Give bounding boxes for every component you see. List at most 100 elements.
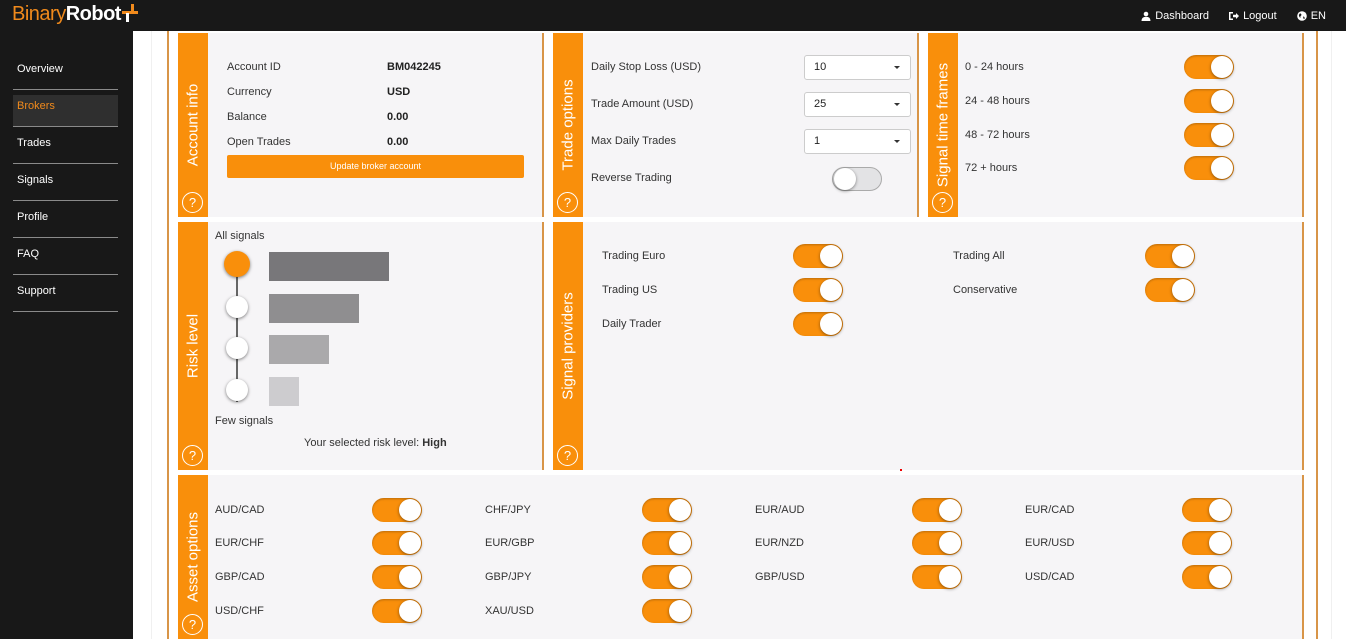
max-daily-trades-select[interactable]: 1 (804, 129, 911, 154)
cursor-marker (900, 469, 902, 471)
trade-amount-label: Trade Amount (USD) (591, 98, 694, 110)
caret-down-icon (894, 140, 900, 143)
timeframe-72-plus-toggle[interactable] (1184, 156, 1234, 180)
toggle-knob (1211, 124, 1233, 146)
help-icon[interactable]: ? (932, 192, 953, 213)
balance-value: 0.00 (387, 111, 409, 123)
sidebar-item-overview[interactable]: Overview (13, 58, 118, 90)
globe-icon (1296, 10, 1307, 21)
risk-level-option-2[interactable] (226, 296, 248, 318)
risk-level-option-1[interactable] (224, 251, 250, 277)
brand-mark-icon (121, 4, 138, 22)
trade-amount-select[interactable]: 25 (804, 92, 911, 117)
nav-logout-link[interactable]: Logout (1229, 10, 1277, 22)
provider-trading-all-toggle[interactable] (1145, 244, 1195, 268)
account-info-title: Account info (184, 83, 202, 167)
asset-options-tab: Asset options ? (178, 475, 208, 639)
update-broker-account-button[interactable]: Update broker account (227, 155, 524, 178)
risk-level-option-3[interactable] (226, 337, 248, 359)
asset-label: GBP/CAD (215, 571, 265, 583)
timeframe-24-48-toggle[interactable] (1184, 89, 1234, 113)
signal-time-frames-title: Signal time frames (934, 62, 952, 188)
toggle-knob (1172, 279, 1194, 301)
panel-border (542, 222, 544, 470)
brand-logo[interactable]: BinaryRobot (12, 2, 138, 26)
provider-conservative-toggle[interactable] (1145, 278, 1195, 302)
risk-bar-high (269, 252, 389, 281)
asset-toggle[interactable] (642, 565, 692, 589)
daily-stop-loss-select[interactable]: 10 (804, 55, 911, 80)
asset-toggle[interactable] (642, 599, 692, 623)
sidebar-item-brokers[interactable]: Brokers (13, 95, 118, 127)
asset-toggle[interactable] (372, 565, 422, 589)
reverse-trading-toggle[interactable] (832, 167, 882, 191)
asset-toggle[interactable] (372, 599, 422, 623)
panel-border (1302, 222, 1304, 470)
asset-label: GBP/JPY (485, 571, 532, 583)
brand-name-part1: Binary (12, 3, 66, 25)
main-content: Account info ? Account ID BM042245 Curre… (133, 31, 1346, 639)
toggle-knob (939, 499, 961, 521)
help-icon[interactable]: ? (182, 192, 203, 213)
caret-down-icon (894, 66, 900, 69)
provider-label: Trading All (953, 250, 1005, 262)
provider-daily-trader-toggle[interactable] (793, 312, 843, 336)
asset-toggle[interactable] (642, 531, 692, 555)
timeframe-0-24-toggle[interactable] (1184, 55, 1234, 79)
sidebar-item-trades[interactable]: Trades (13, 132, 118, 164)
asset-toggle[interactable] (912, 498, 962, 522)
toggle-knob (399, 499, 421, 521)
user-icon (1141, 11, 1151, 21)
nav-dashboard-link[interactable]: Dashboard (1141, 10, 1209, 22)
asset-options-title: Asset options (184, 511, 202, 603)
risk-bar-medium (269, 335, 329, 364)
balance-label: Balance (227, 111, 267, 123)
signal-providers-panel: Signal providers ? Trading Euro Trading … (553, 222, 1304, 470)
divider (1331, 31, 1332, 639)
open-trades-label: Open Trades (227, 136, 291, 148)
top-nav-links: Dashboard Logout EN (1141, 0, 1326, 31)
provider-label: Trading US (602, 284, 658, 296)
caret-down-icon (894, 103, 900, 106)
nav-language-label: EN (1310, 9, 1326, 22)
asset-toggle[interactable] (372, 498, 422, 522)
nav-language-link[interactable]: EN (1296, 9, 1326, 22)
risk-level-option-4[interactable] (226, 379, 248, 401)
asset-toggle[interactable] (1182, 498, 1232, 522)
timeframe-label: 48 - 72 hours (965, 129, 1030, 141)
help-icon[interactable]: ? (182, 445, 203, 466)
provider-label: Trading Euro (602, 250, 666, 262)
asset-toggle[interactable] (642, 498, 692, 522)
sidebar-item-profile[interactable]: Profile (13, 206, 118, 238)
help-icon[interactable]: ? (557, 192, 578, 213)
provider-trading-us-toggle[interactable] (793, 278, 843, 302)
signal-time-frames-panel: Signal time frames ? 0 - 24 hours 24 - 4… (928, 33, 1304, 217)
sidebar-item-signals[interactable]: Signals (13, 169, 118, 201)
risk-level-title: Risk level (184, 313, 202, 379)
frame-border (1316, 31, 1318, 639)
max-daily-trades-label: Max Daily Trades (591, 135, 676, 147)
asset-toggle[interactable] (1182, 531, 1232, 555)
selected-risk-text: Your selected risk level: High (304, 437, 447, 449)
asset-label: AUD/CAD (215, 504, 265, 516)
asset-toggle[interactable] (372, 531, 422, 555)
toggle-knob (669, 600, 691, 622)
toggle-knob (1211, 56, 1233, 78)
help-icon[interactable]: ? (557, 445, 578, 466)
sign-out-icon (1229, 11, 1240, 20)
sidebar-item-support[interactable]: Support (13, 280, 118, 312)
sidebar-item-faq[interactable]: FAQ (13, 243, 118, 275)
provider-trading-euro-toggle[interactable] (793, 244, 843, 268)
timeframe-label: 0 - 24 hours (965, 61, 1024, 73)
asset-label: USD/CHF (215, 605, 264, 617)
help-icon[interactable]: ? (182, 614, 203, 635)
frame-border (167, 31, 169, 639)
currency-value: USD (387, 86, 411, 98)
asset-label: EUR/NZD (755, 537, 804, 549)
selected-risk-value: High (422, 437, 447, 449)
timeframe-48-72-toggle[interactable] (1184, 123, 1234, 147)
asset-toggle[interactable] (912, 565, 962, 589)
asset-toggle[interactable] (1182, 565, 1232, 589)
nav-logout-label: Logout (1243, 9, 1277, 22)
asset-toggle[interactable] (912, 531, 962, 555)
